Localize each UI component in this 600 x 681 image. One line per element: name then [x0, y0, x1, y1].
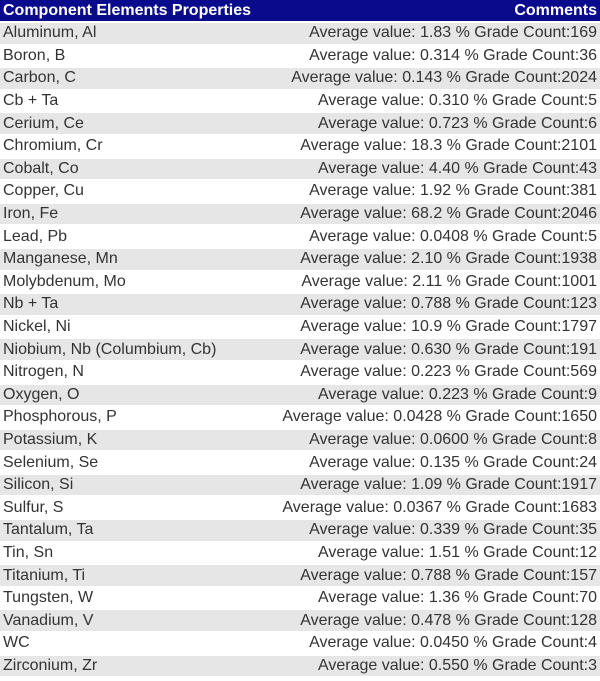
- element-comment-cell: Average value: 1.51 % Grade Count:12: [270, 542, 600, 566]
- element-comment-cell: Average value: 0.314 % Grade Count:36: [270, 45, 600, 69]
- element-name-cell: Carbon, C: [0, 68, 270, 91]
- table-row: Cb + Ta Average value: 0.310 % Grade Coun…: [0, 90, 600, 114]
- table-row: Tungsten, W Average value: 1.36 % Grade C…: [0, 587, 600, 611]
- element-comment-cell: Average value: 1.83 % Grade Count:169: [270, 23, 600, 46]
- element-comment-cell: Average value: 1.92 % Grade Count:381: [270, 181, 600, 204]
- element-name-cell: Manganese, Mn: [0, 248, 270, 272]
- table-row: Cerium, Ce Average value: 0.723 % Grade C…: [0, 113, 600, 136]
- element-comment-cell: Average value: 0.723 % Grade Count:6: [270, 113, 600, 136]
- element-name-cell: Nickel, Ni: [0, 316, 270, 340]
- table-header: Component Elements Properties Comments: [0, 0, 600, 23]
- table-row: Cobalt, Co Average value: 4.40 % Grade Co…: [0, 158, 600, 182]
- table-row: Zirconium, Zr Average value: 0.550 % Grad…: [0, 655, 600, 679]
- table-row: Vanadium, V Average value: 0.478 % Grade …: [0, 610, 600, 634]
- element-comment-cell: Average value: 0.339 % Grade Count:35: [270, 520, 600, 543]
- element-name-cell: Cobalt, Co: [0, 158, 270, 182]
- element-name-cell: Vanadium, V: [0, 610, 270, 634]
- element-comment-cell: Average value: 0.223 % Grade Count:569: [270, 361, 600, 385]
- element-name-cell: Molybdenum, Mo: [0, 271, 270, 295]
- table-row: Phosphorous, P Average value: 0.0428 % Gr…: [0, 407, 600, 430]
- table-row: Tantalum, Ta Average value: 0.339 % Grade…: [0, 520, 600, 543]
- table-row: Sulfur, S Average value: 0.0367 % Grade C…: [0, 497, 600, 521]
- table-row: Copper, Cu Average value: 1.92 % Grade Co…: [0, 181, 600, 204]
- element-name-cell: Boron, B: [0, 45, 270, 69]
- element-name-cell: Niobium, Nb (Columbium, Cb): [0, 339, 270, 362]
- table-row: Oxygen, O Average value: 0.223 % Grade Co…: [0, 384, 600, 408]
- element-comment-cell: Average value: 4.40 % Grade Count:43: [270, 158, 600, 182]
- element-comment-cell: Average value: 18.3 % Grade Count:2101: [270, 135, 600, 159]
- element-name-cell: Selenium, Se: [0, 452, 270, 475]
- table-row: Tin, Sn Average value: 1.51 % Grade Count…: [0, 542, 600, 566]
- element-name-cell: Chromium, Cr: [0, 135, 270, 159]
- header-component-elements-properties: Component Elements Properties: [0, 0, 270, 23]
- header-row: Component Elements Properties Comments: [0, 0, 600, 23]
- element-comment-cell: Average value: 0.788 % Grade Count:157: [270, 565, 600, 588]
- table-row: Silicon, Si Average value: 1.09 % Grade C…: [0, 474, 600, 498]
- element-comment-cell: Average value: 0.478 % Grade Count:128: [270, 610, 600, 634]
- element-comment-cell: Average value: 0.223 % Grade Count:9: [270, 384, 600, 408]
- element-comment-cell: Average value: 10.9 % Grade Count:1797: [270, 316, 600, 340]
- element-name-cell: Oxygen, O: [0, 384, 270, 408]
- table-row: Boron, B Average value: 0.314 % Grade Cou…: [0, 45, 600, 69]
- element-comment-cell: Average value: 0.0367 % Grade Count:1683: [270, 497, 600, 521]
- element-comment-cell: Average value: 0.550 % Grade Count:3: [270, 655, 600, 679]
- element-name-cell: Nb + Ta: [0, 294, 270, 317]
- table-row: Lead, Pb Average value: 0.0408 % Grade Co…: [0, 226, 600, 249]
- table-row: Nickel, Ni Average value: 10.9 % Grade Co…: [0, 316, 600, 340]
- element-comment-cell: Average value: 68.2 % Grade Count:2046: [270, 203, 600, 227]
- element-comment-cell: Average value: 0.0428 % Grade Count:1650: [270, 407, 600, 430]
- element-comment-cell: Average value: 0.788 % Grade Count:123: [270, 294, 600, 317]
- element-name-cell: Phosphorous, P: [0, 407, 270, 430]
- table-row: Manganese, Mn Average value: 2.10 % Grade…: [0, 248, 600, 272]
- element-comment-cell: Average value: 0.0408 % Grade Count:5: [270, 226, 600, 249]
- element-name-cell: Cerium, Ce: [0, 113, 270, 136]
- table-row: Nitrogen, N Average value: 0.223 % Grade …: [0, 361, 600, 385]
- table-row: Chromium, Cr Average value: 18.3 % Grade …: [0, 135, 600, 159]
- element-name-cell: Potassium, K: [0, 429, 270, 453]
- table-row: WC Average value: 0.0450 % Grade Count:4: [0, 633, 600, 656]
- element-name-cell: Aluminum, Al: [0, 23, 270, 46]
- table-row: Carbon, C Average value: 0.143 % Grade Co…: [0, 68, 600, 91]
- element-name-cell: Lead, Pb: [0, 226, 270, 249]
- element-name-cell: Cb + Ta: [0, 90, 270, 114]
- element-name-cell: Tantalum, Ta: [0, 520, 270, 543]
- header-comments: Comments: [270, 0, 600, 23]
- element-name-cell: Copper, Cu: [0, 181, 270, 204]
- element-comment-cell: Average value: 0.0600 % Grade Count:8: [270, 429, 600, 453]
- element-comment-cell: Average value: 0.135 % Grade Count:24: [270, 452, 600, 475]
- element-comment-cell: Average value: 2.11 % Grade Count:1001: [270, 271, 600, 295]
- table-row: Nb + Ta Average value: 0.788 % Grade Coun…: [0, 294, 600, 317]
- table-row: Iron, Fe Average value: 68.2 % Grade Coun…: [0, 203, 600, 227]
- table-row: Potassium, K Average value: 0.0600 % Grad…: [0, 429, 600, 453]
- element-name-cell: Sulfur, S: [0, 497, 270, 521]
- table-row: Titanium, Ti Average value: 0.788 % Grade…: [0, 565, 600, 588]
- element-name-cell: Zirconium, Zr: [0, 655, 270, 679]
- element-name-cell: Nitrogen, N: [0, 361, 270, 385]
- table-row: Selenium, Se Average value: 0.135 % Grade…: [0, 452, 600, 475]
- element-name-cell: WC: [0, 633, 270, 656]
- element-name-cell: Tin, Sn: [0, 542, 270, 566]
- element-name-cell: Tungsten, W: [0, 587, 270, 611]
- table-row: Aluminum, Al Average value: 1.83 % Grade …: [0, 23, 600, 46]
- element-comment-cell: Average value: 0.630 % Grade Count:191: [270, 339, 600, 362]
- table-row: Molybdenum, Mo Average value: 2.11 % Grad…: [0, 271, 600, 295]
- element-comment-cell: Average value: 1.09 % Grade Count:1917: [270, 474, 600, 498]
- component-elements-table: Component Elements Properties Comments A…: [0, 0, 600, 679]
- element-comment-cell: Average value: 0.310 % Grade Count:5: [270, 90, 600, 114]
- element-comment-cell: Average value: 0.0450 % Grade Count:4: [270, 633, 600, 656]
- table-body: Aluminum, Al Average value: 1.83 % Grade …: [0, 23, 600, 679]
- element-comment-cell: Average value: 0.143 % Grade Count:2024: [270, 68, 600, 91]
- element-comment-cell: Average value: 2.10 % Grade Count:1938: [270, 248, 600, 272]
- element-name-cell: Titanium, Ti: [0, 565, 270, 588]
- element-comment-cell: Average value: 1.36 % Grade Count:70: [270, 587, 600, 611]
- table-row: Niobium, Nb (Columbium, Cb) Average value…: [0, 339, 600, 362]
- element-name-cell: Iron, Fe: [0, 203, 270, 227]
- element-name-cell: Silicon, Si: [0, 474, 270, 498]
